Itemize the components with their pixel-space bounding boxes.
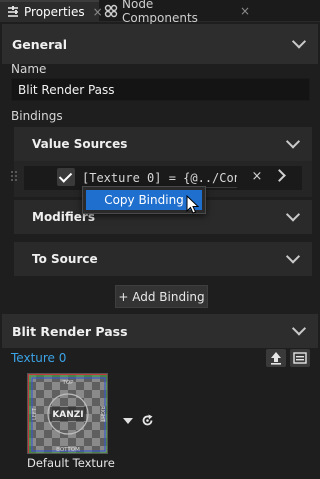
thumbnail-left-text: LEFT (32, 407, 38, 420)
blit-render-pass-title: Blit Render Pass (12, 323, 128, 339)
upload-icon (271, 352, 281, 365)
thumbnail-bottom-text: BOTTOM (56, 447, 80, 453)
chevron-down-icon[interactable] (285, 207, 301, 222)
upload-texture-button[interactable] (266, 349, 286, 367)
node-components-icon (104, 4, 118, 18)
close-icon[interactable]: × (240, 4, 250, 18)
texture-dropdown-icon[interactable] (123, 418, 133, 424)
general-section-header[interactable]: General (2, 24, 318, 64)
properties-icon (6, 5, 20, 19)
image-panel-icon (293, 352, 307, 364)
general-title: General (12, 36, 67, 52)
chevron-down-icon[interactable] (285, 249, 301, 264)
tab-properties-label: Properties (24, 5, 85, 19)
chevron-down-icon[interactable] (285, 134, 301, 149)
thumbnail-top-text: TOP (61, 380, 74, 386)
value-sources-header[interactable]: Value Sources (14, 127, 312, 161)
drag-handle-icon[interactable] (10, 170, 18, 182)
blit-render-pass-header[interactable]: Blit Render Pass (2, 314, 318, 348)
name-label: Name (11, 62, 47, 76)
remove-binding-icon[interactable]: × (250, 168, 264, 186)
copy-binding-menu-item[interactable]: Copy Binding (86, 190, 202, 210)
name-field[interactable]: Blit Render Pass (11, 78, 310, 101)
thumbnail-right-text: RIGHT (99, 406, 105, 423)
tab-node-components-label: Node Components (122, 0, 198, 25)
binding-enabled-checkbox[interactable] (57, 168, 75, 186)
tab-bar: Properties × Node Components × (0, 0, 320, 25)
name-field-value: Blit Render Pass (18, 82, 115, 97)
mouse-cursor-icon (186, 194, 200, 215)
tab-properties[interactable]: Properties × (0, 0, 103, 22)
texture-name: Default Texture (27, 456, 115, 470)
reset-icon[interactable] (140, 413, 155, 428)
to-source-header[interactable]: To Source (14, 242, 312, 276)
add-binding-label: + Add Binding (118, 289, 205, 304)
add-binding-button[interactable]: + Add Binding (115, 285, 208, 308)
binding-expression[interactable]: [Texture 0] = {@../Con (82, 168, 237, 188)
thumbnail-center-text: KANZI (52, 410, 83, 420)
bindings-label: Bindings (11, 109, 63, 123)
texture-thumbnail[interactable]: TOP BOTTOM KANZI LEFT RIGHT (27, 373, 108, 454)
texture-browser-button[interactable] (290, 349, 310, 367)
tab-node-components[interactable]: Node Components × (100, 0, 250, 25)
chevron-down-icon[interactable] (291, 321, 307, 336)
texture-0-label[interactable]: Texture 0 (11, 351, 66, 365)
value-sources-title: Value Sources (32, 137, 128, 151)
chevron-down-icon[interactable] (291, 34, 307, 49)
to-source-title: To Source (32, 252, 98, 266)
